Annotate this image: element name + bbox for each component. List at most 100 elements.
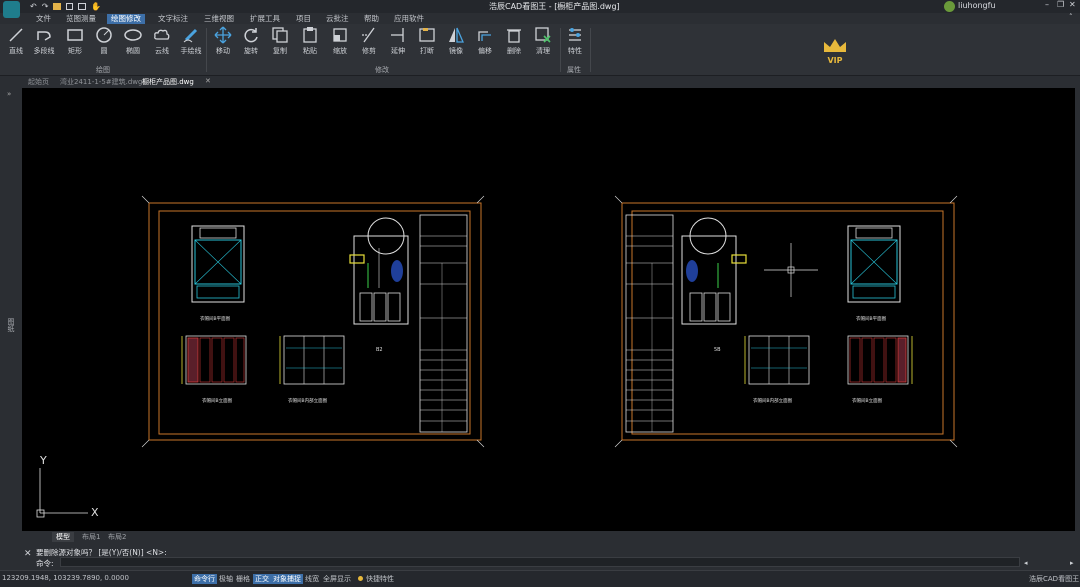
polyline-icon <box>37 31 51 41</box>
mirror-icon <box>449 27 464 43</box>
tool-polyline[interactable]: 多段线 <box>31 26 57 58</box>
command-line: ✕ 要删除源对象吗？ [是(Y)/否(N)] <N>: 命令: ◂ ▸ <box>0 543 1080 570</box>
side-panel-label[interactable]: 图纸 <box>6 318 16 332</box>
restore-button[interactable]: ❐ <box>1057 0 1064 9</box>
copy-icon <box>272 27 288 43</box>
drawing-canvas[interactable]: 衣帽间B平面图 B2 衣帽间B立面图 衣帽间B内部立面图 5B 衣帽间B平面图 … <box>22 88 1075 531</box>
sheet-left: 衣帽间B平面图 B2 衣帽间B立面图 衣帽间B内部立面图 <box>141 195 485 448</box>
menu-3d-view[interactable]: 三维视图 <box>200 14 238 24</box>
tool-ellipse[interactable]: 椭圆 <box>120 26 146 58</box>
quick-access-toolbar: ↶ ↷ ✋ <box>30 2 101 11</box>
close-cmd-icon[interactable]: ✕ <box>24 549 32 559</box>
right-scroll-strip <box>1075 88 1080 531</box>
status-cmdline[interactable]: 命令行 <box>192 574 217 584</box>
doc-tab-building[interactable]: 湾业2411-1-5#建筑.dwg <box>60 77 142 87</box>
undo-icon[interactable]: ↶ <box>30 2 37 11</box>
offset-icon <box>478 31 491 41</box>
line-icon <box>9 28 23 42</box>
layout-tab-model[interactable]: 模型 <box>52 532 74 542</box>
tool-freehand[interactable]: 手绘线 <box>178 26 204 58</box>
scroll-right-icon[interactable]: ▸ <box>1070 559 1074 567</box>
sheet-right: 5B 衣帽间B平面图 衣帽间B内部立面图 衣帽间B立面图 <box>614 195 958 448</box>
status-quickprops[interactable]: 快捷特性 <box>366 574 394 584</box>
menu-view-measure[interactable]: 览图测量 <box>62 14 100 24</box>
ribbon-separator <box>560 28 561 72</box>
tool-scale[interactable]: 缩放 <box>327 26 353 58</box>
chevron-up-icon[interactable]: ˄ <box>1069 13 1073 21</box>
left-label-plan: 衣帽间B平面图 <box>200 315 231 322</box>
group-label-draw: 绘图 <box>96 66 110 74</box>
doc-tab-start[interactable]: 起始页 <box>28 77 49 87</box>
tool-move[interactable]: 移动 <box>210 26 236 58</box>
tool-extend[interactable]: 延伸 <box>385 26 411 58</box>
tool-erase[interactable]: 删除 <box>501 26 527 58</box>
menu-cloud-annotate[interactable]: 云批注 <box>322 14 353 24</box>
menu-project[interactable]: 项目 <box>292 14 315 24</box>
tool-circle[interactable]: 圆 <box>91 26 117 58</box>
print-icon[interactable] <box>78 3 87 10</box>
ucs-icon: Y X <box>36 454 99 519</box>
menu-extend-tools[interactable]: 扩展工具 <box>246 14 284 24</box>
open-icon[interactable] <box>53 3 62 10</box>
status-grid[interactable]: 栅格 <box>236 574 250 584</box>
layout-tab-1[interactable]: 布局1 <box>78 532 104 542</box>
status-osnap[interactable]: 对象捕捉 <box>271 574 303 584</box>
menu-bar: 文件 览图测量 绘图修改 文字标注 三维视图 扩展工具 项目 云批注 帮助 应用… <box>22 13 1080 24</box>
close-tab-icon[interactable]: ✕ <box>205 77 211 85</box>
cmd-prompt: 命令: <box>36 559 54 568</box>
doc-tab-cabinet[interactable]: 橱柜产品图.dwg <box>142 77 194 87</box>
scroll-left-icon[interactable]: ◂ <box>1024 559 1028 567</box>
menu-text-dimension[interactable]: 文字标注 <box>154 14 192 24</box>
tool-line[interactable]: 直线 <box>3 26 29 58</box>
minimize-button[interactable]: – <box>1045 0 1049 9</box>
trash-icon <box>507 29 521 43</box>
right-label-elev-b: 衣帽间B立面图 <box>852 397 883 404</box>
tool-break[interactable]: 打断 <box>414 26 440 58</box>
properties-icon <box>569 28 581 41</box>
menu-file[interactable]: 文件 <box>32 14 55 24</box>
panel-chevron-icon[interactable]: » <box>7 90 11 98</box>
redo-icon[interactable]: ↷ <box>42 2 49 11</box>
cmd-input[interactable] <box>60 557 1020 567</box>
save-icon[interactable] <box>66 3 74 10</box>
right-floorplan <box>681 217 747 325</box>
tool-properties[interactable]: 特性 <box>562 26 588 58</box>
menu-apps[interactable]: 应用软件 <box>390 14 428 24</box>
user-avatar[interactable] <box>944 1 955 12</box>
extend-icon <box>391 28 404 42</box>
status-lineweight[interactable]: 线宽 <box>305 574 319 584</box>
tool-paste[interactable]: 粘贴 <box>297 26 323 58</box>
close-button[interactable]: ✕ <box>1069 0 1076 9</box>
status-polar[interactable]: 极轴 <box>219 574 233 584</box>
tool-trim[interactable]: 修剪 <box>356 26 382 58</box>
vip-badge[interactable]: VIP <box>818 38 852 68</box>
status-ortho[interactable]: 正交 <box>253 574 271 584</box>
status-brand: 浩辰CAD看图王 <box>1029 575 1080 583</box>
pencil-icon <box>183 28 198 43</box>
menu-draw-modify[interactable]: 绘图修改 <box>107 14 145 24</box>
crown-icon <box>824 39 846 52</box>
left-label-elev-a: 衣帽间B立面图 <box>202 397 233 404</box>
circle-icon <box>96 27 112 43</box>
tool-copy[interactable]: 复制 <box>267 26 293 58</box>
title-bar: ↶ ↷ ✋ 浩辰CAD看图王 - [橱柜产品图.dwg] liuhongfu –… <box>0 0 1080 18</box>
right-label-elev-a: 衣帽间B内部立面图 <box>753 397 793 404</box>
tool-purge[interactable]: 清理 <box>530 26 556 58</box>
layout-tab-2[interactable]: 布局2 <box>104 532 130 542</box>
tool-rectangle[interactable]: 矩形 <box>62 26 88 58</box>
rotate-icon <box>244 28 258 43</box>
tool-rotate[interactable]: 旋转 <box>238 26 264 58</box>
tool-revcloud[interactable]: 云线 <box>149 26 175 58</box>
window-title: 浩辰CAD看图王 - [橱柜产品图.dwg] <box>489 2 620 11</box>
coords-readout: 123209.1948, 103239.7890, 0.0000 <box>2 574 129 582</box>
left-floorplan <box>349 217 409 325</box>
ribbon: 直线 多段线 矩形 圆 椭圆 云线 手绘线 绘图 移动 旋转 复制 粘贴 缩放 … <box>0 24 1080 76</box>
right-tag: 5B <box>714 347 721 353</box>
tool-mirror[interactable]: 镜像 <box>443 26 469 58</box>
ucs-y-label: Y <box>39 454 47 467</box>
user-name[interactable]: liuhongfu <box>958 1 996 10</box>
menu-help[interactable]: 帮助 <box>360 14 383 24</box>
tool-offset[interactable]: 偏移 <box>472 26 498 58</box>
pan-icon[interactable]: ✋ <box>91 2 101 11</box>
status-fullscreen[interactable]: 全屏显示 <box>323 574 351 584</box>
